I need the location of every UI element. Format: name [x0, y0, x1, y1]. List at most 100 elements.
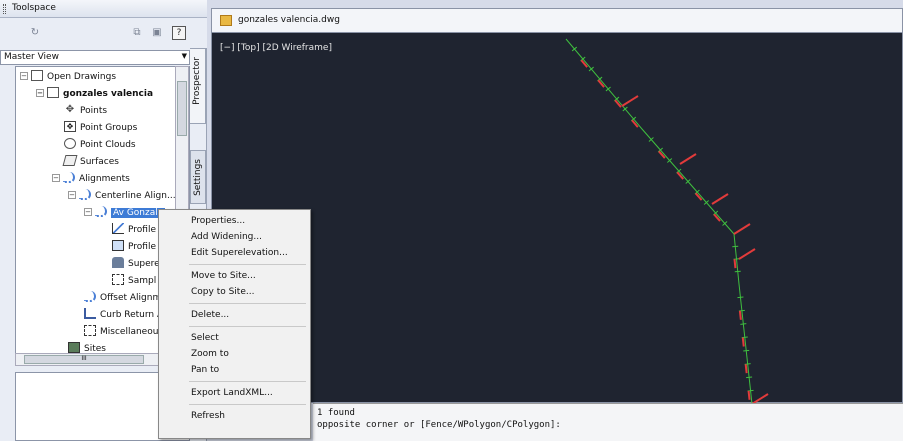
menu-item-zoom-to[interactable]: Zoom to	[159, 346, 310, 362]
tree-item-open-drawings[interactable]: − Open Drawings	[20, 69, 116, 85]
tree-item-superelevation[interactable]: Supere	[112, 256, 160, 272]
menu-item-select[interactable]: Select	[159, 330, 310, 346]
document-icon	[31, 70, 43, 81]
command-history-line: 1 found	[317, 408, 355, 418]
points-icon: ✥	[65, 104, 75, 115]
alignment-icon	[95, 206, 107, 217]
collapse-icon[interactable]: −	[84, 207, 92, 216]
menu-item-add-widening[interactable]: Add Widening...	[159, 229, 310, 245]
drawing-tab[interactable]: gonzales valencia.dwg	[212, 9, 902, 33]
refresh-icon[interactable]: ↻	[28, 26, 42, 40]
tab-prospector[interactable]: Prospector	[190, 48, 206, 124]
geometry-point-label	[733, 223, 751, 235]
profile-icon	[112, 223, 124, 234]
menu-item-refresh[interactable]: Refresh	[159, 408, 310, 424]
curb-return-icon	[84, 308, 96, 319]
sample-lines-icon	[112, 274, 124, 285]
collapse-icon[interactable]: −	[36, 88, 44, 97]
master-view-dropdown[interactable]: Master View ▼	[0, 50, 190, 65]
toolspace-title-bar[interactable]: Toolspace	[0, 0, 207, 18]
geometry-point-label	[738, 248, 756, 260]
tree-item-label: Centerline Align...	[95, 191, 176, 201]
menu-item-properties[interactable]: Properties...	[159, 213, 310, 229]
menu-item-edit-superelevation[interactable]: Edit Superelevation...	[159, 245, 310, 261]
tree-item-drawing[interactable]: − gonzales valencia	[36, 86, 153, 102]
alignment-icon	[63, 172, 75, 183]
grip-icon[interactable]	[3, 4, 6, 14]
tree-item-label: Profile	[128, 225, 156, 235]
geometry-point-label	[711, 193, 729, 205]
tree-item-sample-lines[interactable]: Sampl	[112, 273, 156, 289]
menu-item-copy-to-site[interactable]: Copy to Site...	[159, 284, 310, 300]
alignment-line[interactable]	[565, 38, 753, 403]
tree-item-miscellaneous[interactable]: Miscellaneous	[84, 324, 163, 340]
station-tick	[740, 323, 747, 325]
menu-item-move-to-site[interactable]: Move to Site...	[159, 268, 310, 284]
dwg-file-icon	[220, 15, 232, 26]
tree-item-label: Points	[80, 106, 108, 116]
tree-item-label: Point Groups	[80, 123, 138, 133]
menu-separator	[189, 303, 306, 304]
scroll-thumb[interactable]: III	[24, 355, 144, 364]
collapse-icon[interactable]: −	[52, 173, 60, 182]
tree-item-offset-alignments[interactable]: Offset Alignm	[84, 290, 161, 306]
master-view-value: Master View	[4, 52, 59, 62]
drawing-tab-title: gonzales valencia.dwg	[238, 15, 340, 25]
tree-item-surfaces[interactable]: Surfaces	[62, 154, 119, 170]
tree-item-alignments[interactable]: − Alignments	[52, 171, 130, 187]
tree-item-label: Offset Alignm	[100, 293, 162, 303]
toolspace-title: Toolspace	[12, 3, 56, 13]
toolspace-toolbar: ↻ ⧉ ▣ ?	[0, 18, 207, 48]
geometry-point-label	[679, 153, 697, 165]
geometry-point-label	[621, 95, 639, 107]
station-label-mark	[747, 390, 751, 400]
drawing-window[interactable]: gonzales valencia.dwg [−] [Top] [2D Wire…	[211, 8, 903, 403]
point-groups-icon: ✥	[64, 121, 76, 132]
tree-item-label: gonzales valencia	[63, 89, 154, 99]
tree-horizontal-scrollbar[interactable]: III	[15, 353, 175, 366]
tree-item-profile-2[interactable]: Profile	[112, 239, 156, 255]
tree-item-point-clouds[interactable]: Point Clouds	[64, 137, 136, 153]
menu-separator	[189, 264, 306, 265]
command-prompt-line: opposite corner or [Fence/WPolygon/CPoly…	[317, 420, 561, 430]
tab-settings[interactable]: Settings	[190, 150, 206, 204]
tree-item-label: Open Drawings	[47, 72, 117, 82]
geometry-point-label	[751, 393, 769, 403]
station-label-mark	[738, 310, 742, 320]
profile-view-icon	[112, 240, 124, 251]
menu-item-delete[interactable]: Delete...	[159, 307, 310, 323]
list-view-icon[interactable]: ▣	[150, 26, 164, 40]
scroll-thumb[interactable]	[177, 81, 187, 136]
tree-item-label: Sampl	[128, 276, 157, 286]
station-tick	[734, 270, 741, 273]
item-view-icon[interactable]: ⧉	[130, 26, 144, 40]
station-tick	[737, 296, 744, 299]
tree-item-av-gonzales[interactable]: − Av Gonzale	[84, 205, 166, 221]
tree-item-curb-return[interactable]: Curb Return A	[84, 307, 163, 323]
chevron-down-icon: ▼	[181, 52, 187, 60]
collapse-icon[interactable]: −	[68, 190, 76, 199]
tree-item-label: Surfaces	[80, 157, 119, 167]
menu-separator	[189, 326, 306, 327]
tree-item-label: Miscellaneous	[100, 327, 164, 337]
tree-item-label: Alignments	[79, 174, 130, 184]
tab-prospector-label: Prospector	[192, 57, 202, 105]
menu-item-export-landxml[interactable]: Export LandXML...	[159, 385, 310, 401]
help-icon[interactable]: ?	[172, 26, 186, 40]
tree-item-centerline-alignments[interactable]: − Centerline Align...	[68, 188, 176, 204]
document-icon	[47, 87, 59, 98]
menu-separator	[189, 404, 306, 405]
tree-item-points[interactable]: ✥ Points	[64, 103, 107, 119]
station-tick	[733, 258, 740, 260]
tree-item-profile-1[interactable]: Profile	[112, 222, 156, 238]
command-line[interactable]: 1 found opposite corner or [Fence/WPolyg…	[313, 403, 903, 441]
miscellaneous-icon	[84, 325, 96, 336]
model-space-canvas[interactable]	[212, 34, 902, 403]
point-cloud-icon	[64, 138, 76, 149]
collapse-icon[interactable]: −	[20, 71, 28, 80]
menu-item-pan-to[interactable]: Pan to	[159, 362, 310, 378]
context-menu: Properties... Add Widening... Edit Super…	[158, 209, 311, 439]
tree-item-point-groups[interactable]: ✥ Point Groups	[64, 120, 137, 136]
alignment-icon	[79, 189, 91, 200]
station-label-mark	[741, 337, 745, 347]
